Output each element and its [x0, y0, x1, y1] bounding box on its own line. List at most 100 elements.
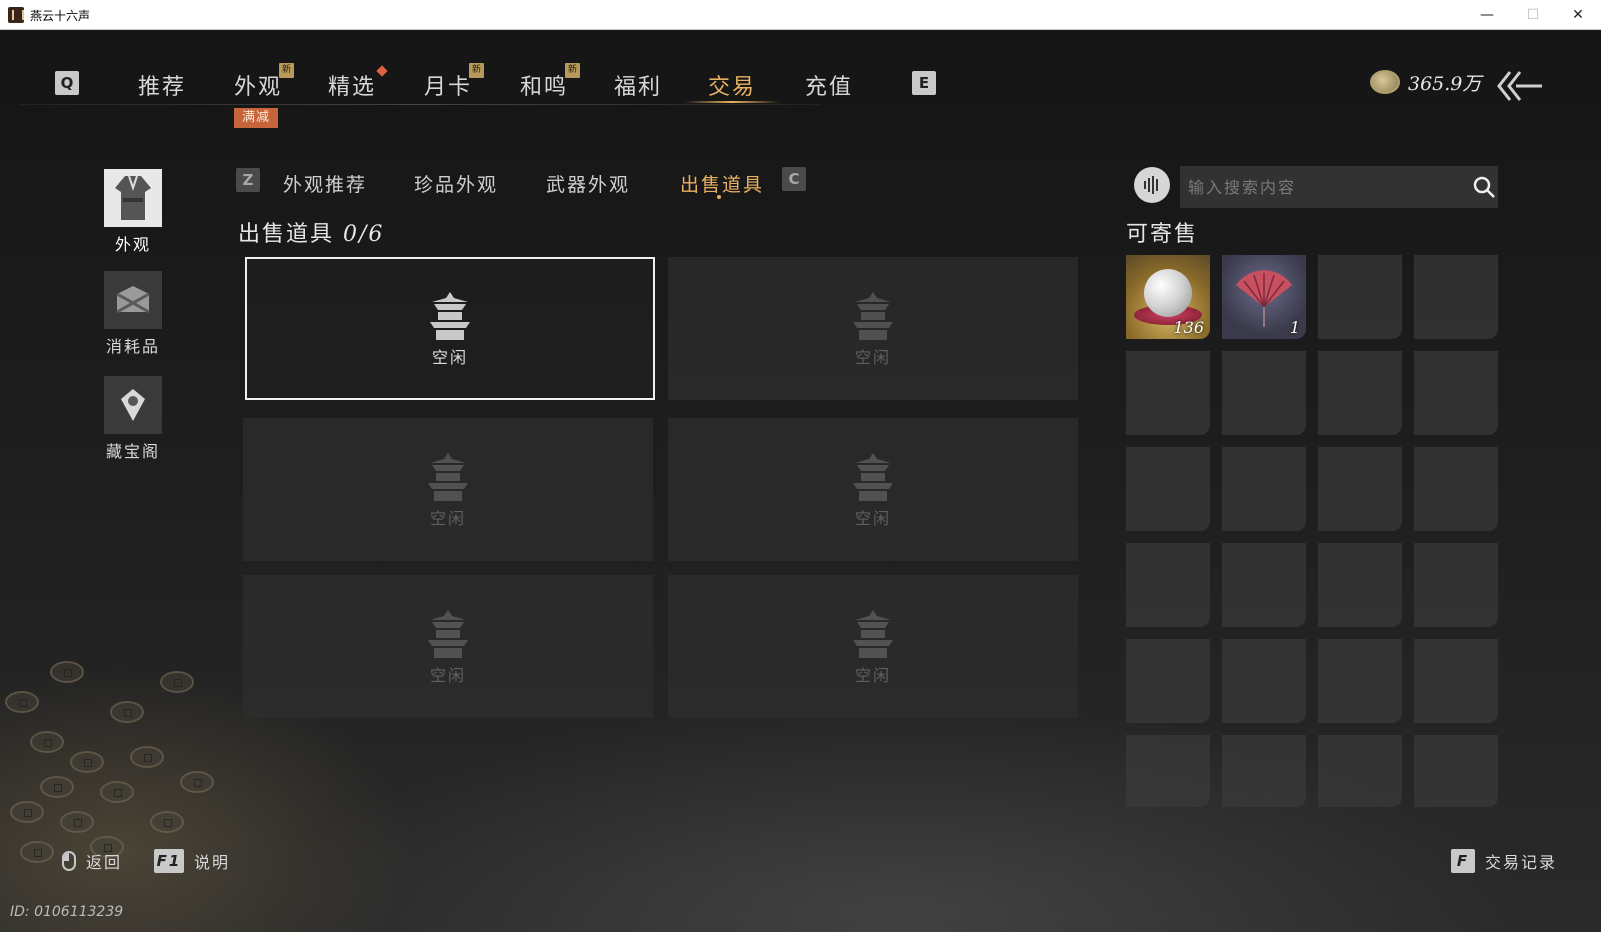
pavilion-icon — [428, 609, 468, 658]
inventory-slot-empty[interactable] — [1126, 735, 1210, 807]
inventory-slot-empty[interactable] — [1318, 543, 1402, 627]
minimize-button[interactable]: — — [1464, 0, 1510, 30]
sidebar-item-label: 藏宝阁 — [105, 442, 160, 461]
slot-status: 空闲 — [429, 665, 466, 685]
tab-featured[interactable]: 精选 — [328, 69, 376, 101]
pavilion-icon — [853, 609, 893, 658]
inventory-slot-empty[interactable] — [1414, 255, 1498, 339]
inventory-slot-empty[interactable] — [1222, 447, 1306, 531]
inventory-slot-empty[interactable] — [1222, 639, 1306, 723]
item-quantity: 1 — [1289, 318, 1300, 337]
subtab-sell-items[interactable]: 出售道具 — [680, 170, 764, 197]
sidebar-item-treasure-pavilion[interactable]: 藏宝阁 — [104, 376, 162, 462]
inventory-slot-empty[interactable] — [1414, 639, 1498, 723]
treasure-icon — [104, 376, 162, 434]
voice-search-button[interactable] — [1134, 167, 1170, 203]
inventory-item-fan[interactable]: 1 — [1222, 255, 1306, 339]
key-f1-hint: F1 — [154, 849, 184, 873]
tab-recommend[interactable]: 推荐 — [138, 69, 186, 101]
tab-trade[interactable]: 交易 — [708, 69, 756, 101]
tab-monthly-card[interactable]: 月卡 — [424, 69, 472, 101]
pavilion-icon — [428, 452, 468, 501]
active-subtab-indicator — [717, 195, 721, 199]
app-icon — [8, 7, 24, 23]
key-e-hint[interactable]: E — [912, 71, 936, 95]
key-f-hint: F — [1451, 849, 1475, 873]
sidebar-item-label: 外观 — [114, 235, 151, 254]
slot-status: 空闲 — [854, 508, 891, 528]
key-c-hint[interactable]: C — [782, 167, 806, 191]
inventory-slot-empty[interactable] — [1126, 639, 1210, 723]
top-nav: Q 推荐 外观 新 精选 月卡 新 和鸣 新 福利 交易 充值 E 满减 365… — [0, 31, 1601, 128]
robe-icon — [104, 169, 162, 227]
key-q-hint[interactable]: Q — [55, 71, 79, 95]
inventory-item-pearl[interactable]: 136 — [1126, 255, 1210, 339]
slot-status: 空闲 — [854, 347, 891, 367]
tab-appearance[interactable]: 外观 — [234, 69, 282, 101]
inventory-slot-empty[interactable] — [1318, 351, 1402, 435]
item-quantity: 136 — [1173, 318, 1204, 337]
inventory-slot-empty[interactable] — [1414, 351, 1498, 435]
inventory-slot-empty[interactable] — [1318, 639, 1402, 723]
sidebar-item-label: 消耗品 — [105, 337, 160, 356]
consignable-title: 可寄售 — [1126, 222, 1199, 247]
inventory-slot-empty[interactable] — [1318, 735, 1402, 807]
pearl-icon — [1144, 269, 1192, 317]
trade-record-label: 交易记录 — [1485, 853, 1558, 872]
sell-slot[interactable]: 空闲 — [245, 257, 655, 400]
subtab-weapon-appearance[interactable]: 武器外观 — [546, 170, 630, 197]
mouse-icon — [62, 851, 76, 871]
maximize-button[interactable]: ☐ — [1510, 0, 1556, 30]
sidebar-item-appearance[interactable]: 外观 — [104, 169, 162, 255]
tab-recharge[interactable]: 充值 — [805, 69, 853, 101]
back-label: 返回 — [86, 853, 123, 872]
tab-harmony[interactable]: 和鸣 — [520, 69, 568, 101]
help-label: 说明 — [194, 853, 231, 872]
inventory-slot-empty[interactable] — [1318, 255, 1402, 339]
inventory-slot-empty[interactable] — [1126, 351, 1210, 435]
back-arrow-icon[interactable] — [1496, 69, 1544, 103]
pavilion-icon — [853, 291, 893, 340]
search-icon[interactable] — [1472, 175, 1496, 199]
tab-welfare[interactable]: 福利 — [614, 69, 662, 101]
subtab-rare-appearance[interactable]: 珍品外观 — [414, 170, 498, 197]
inventory-slot-empty[interactable] — [1222, 735, 1306, 807]
subtab-appearance-recommend[interactable]: 外观推荐 — [283, 170, 367, 197]
sell-title: 出售道具 — [238, 222, 335, 247]
inventory-slot-empty[interactable] — [1318, 447, 1402, 531]
sell-slot[interactable]: 空闲 — [668, 418, 1078, 561]
new-badge: 新 — [565, 63, 580, 78]
slot-status: 空闲 — [854, 665, 891, 685]
promo-tag: 满减 — [234, 108, 278, 128]
nav-divider — [20, 104, 820, 105]
inventory-slot-empty[interactable] — [1414, 543, 1498, 627]
inventory-slot-empty[interactable] — [1414, 735, 1498, 807]
sell-slot[interactable]: 空闲 — [668, 257, 1078, 400]
sell-slot[interactable]: 空闲 — [668, 575, 1078, 718]
help-hint[interactable]: F1 说明 — [154, 849, 230, 873]
trade-record-hint[interactable]: F 交易记录 — [1451, 849, 1557, 873]
search-input[interactable] — [1188, 166, 1458, 208]
inventory-slot-empty[interactable] — [1414, 447, 1498, 531]
window-titlebar: 燕云十六声 — ☐ ✕ — [0, 0, 1601, 30]
sell-slot[interactable]: 空闲 — [243, 575, 653, 718]
close-button[interactable]: ✕ — [1555, 0, 1601, 30]
game-area: Q 推荐 外观 新 精选 月卡 新 和鸣 新 福利 交易 充值 E 满减 365… — [0, 31, 1601, 932]
package-icon — [104, 271, 162, 329]
window-title: 燕云十六声 — [30, 9, 91, 23]
key-z-hint[interactable]: Z — [236, 168, 260, 192]
inventory-slot-empty[interactable] — [1126, 447, 1210, 531]
inventory-slot-empty[interactable] — [1222, 351, 1306, 435]
coin-icon — [1370, 70, 1400, 94]
sidebar-item-consumables[interactable]: 消耗品 — [104, 271, 162, 357]
slot-status: 空闲 — [429, 508, 466, 528]
inventory-slot-empty[interactable] — [1126, 543, 1210, 627]
sell-slot[interactable]: 空闲 — [243, 418, 653, 561]
inventory-slot-empty[interactable] — [1222, 543, 1306, 627]
red-dot-indicator — [376, 65, 388, 77]
currency-amount: 365.9万 — [1408, 72, 1482, 95]
back-hint[interactable]: 返回 — [62, 849, 122, 873]
microphone-icon — [1144, 176, 1158, 194]
active-tab-indicator — [684, 101, 780, 103]
slot-status: 空闲 — [431, 347, 468, 367]
